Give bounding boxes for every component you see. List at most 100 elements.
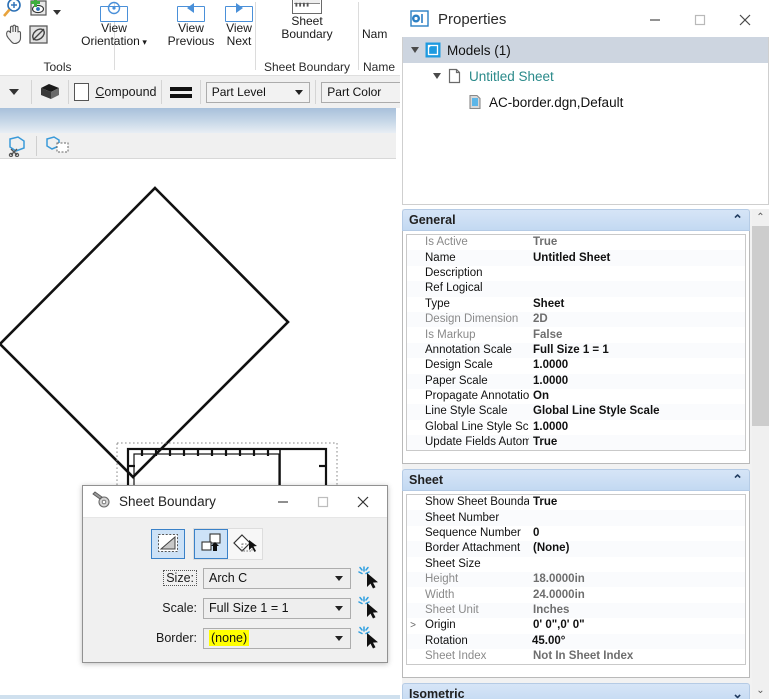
tree-item-ac-border[interactable]: AC-border.dgn,Default <box>403 89 768 115</box>
pan-hand-icon[interactable] <box>2 22 28 48</box>
clip-volume-icon[interactable] <box>26 22 52 48</box>
name-button[interactable]: Nam <box>362 28 402 41</box>
border-combo[interactable]: (none) <box>203 627 351 649</box>
property-row[interactable]: Sequence Number 0 <box>407 526 745 541</box>
property-row[interactable]: Sheet Size <box>407 557 745 572</box>
property-row[interactable]: Design Dimension 2D <box>407 311 745 328</box>
models-tree[interactable]: Models (1) Untitled Sheet AC-border.dgn,… <box>402 37 769 205</box>
scroll-down-button[interactable]: ⌄ <box>752 682 769 699</box>
expander-icon[interactable] <box>407 45 423 55</box>
stack-icon[interactable] <box>37 81 63 103</box>
property-value[interactable]: 18.0000in <box>529 572 745 587</box>
property-row[interactable]: Design Scale 1.0000 <box>407 358 745 373</box>
property-value[interactable]: True <box>529 435 745 450</box>
clip-mask-icon[interactable] <box>41 135 75 157</box>
part-level-combo[interactable]: Part Level <box>205 81 311 103</box>
property-row[interactable]: Ref Logical <box>407 281 745 297</box>
size-combo[interactable]: Arch C <box>203 567 351 589</box>
scale-combo[interactable]: Full Size 1 = 1 <box>203 597 351 619</box>
property-row-rotation[interactable]: Rotation 45.00° <box>407 633 745 649</box>
maximize-button[interactable] <box>677 5 722 35</box>
expander-icon[interactable] <box>429 71 445 81</box>
sheet-boundary-button[interactable]: ▮▮▮▮ Sheet Boundary <box>262 0 352 41</box>
scale-pick-button[interactable] <box>357 596 383 620</box>
property-row[interactable]: Annotation Scale Full Size 1 = 1 <box>407 342 745 359</box>
clip-volume-cut-icon[interactable] <box>2 135 32 157</box>
property-value[interactable]: Untitled Sheet <box>529 251 745 266</box>
properties-titlebar[interactable]: Properties <box>400 2 771 37</box>
property-row[interactable]: Width 24.0000in <box>407 587 745 602</box>
tree-item-untitled-sheet[interactable]: Untitled Sheet <box>403 63 768 89</box>
chevron-down-icon[interactable]: ▾ <box>140 37 147 47</box>
property-value[interactable]: Inches <box>529 603 745 618</box>
property-value[interactable]: 24.0000in <box>529 588 745 603</box>
compound-label[interactable]: Compound <box>95 85 156 99</box>
border-pick-button[interactable] <box>357 626 383 650</box>
property-row[interactable]: Global Line Style Sca 1.0000 <box>407 420 745 435</box>
chevron-down-icon[interactable] <box>335 635 343 641</box>
property-value[interactable]: 2D <box>529 312 745 327</box>
property-value[interactable]: Global Line Style Scale <box>529 404 745 419</box>
section-header-isometric[interactable]: Isometric ⌄ <box>402 683 750 699</box>
show-sheet-boundary-toggle[interactable] <box>151 529 185 559</box>
property-value-rotation[interactable]: 45.00° <box>529 635 568 647</box>
property-value[interactable]: True <box>529 495 745 510</box>
sheet-boundary-titlebar[interactable]: Sheet Boundary <box>83 486 387 518</box>
property-row[interactable]: Propagate Annotation On <box>407 389 745 404</box>
grid-general[interactable]: Is Active True Name Untitled Sheet Descrip… <box>402 231 750 464</box>
row-expander[interactable]: > <box>407 618 419 633</box>
property-row[interactable]: Is Active True <box>407 235 745 250</box>
property-row[interactable]: Is Markup False <box>407 327 745 342</box>
property-value[interactable]: Not In Sheet Index <box>529 649 745 664</box>
property-row[interactable]: Paper Scale 1.0000 <box>407 373 745 389</box>
close-button[interactable] <box>722 5 767 35</box>
property-row[interactable]: Name Untitled Sheet <box>407 250 745 266</box>
property-row[interactable]: Border Attachment (None) <box>407 541 745 557</box>
rotate-boundary-mode[interactable] <box>228 529 262 559</box>
property-row[interactable]: > Origin 0' 0",0' 0" <box>407 618 745 633</box>
property-row[interactable]: Sheet Number <box>407 510 745 526</box>
properties-scrollbar[interactable]: ⌃ ⌄ <box>752 209 769 699</box>
part-color-combo[interactable]: Part Color <box>321 81 400 103</box>
property-value[interactable]: Sheet <box>529 297 745 312</box>
property-row[interactable]: Update Fields Autom True <box>407 435 745 451</box>
zoom-icon[interactable] <box>2 0 28 22</box>
property-row[interactable]: Sheet Index Not In Sheet Index <box>407 649 745 664</box>
close-button[interactable] <box>343 487 383 517</box>
property-value[interactable]: 1.0000 <box>529 358 745 373</box>
property-row[interactable]: Show Sheet Boundar True <box>407 495 745 510</box>
property-row[interactable]: Line Style Scale Global Line Style Scale <box>407 404 745 420</box>
add-view-icon[interactable] <box>26 0 52 22</box>
property-value[interactable]: 0' 0",0' 0" <box>529 618 745 633</box>
chevron-up-icon[interactable]: ⌃ <box>732 213 743 226</box>
section-header-sheet[interactable]: Sheet ⌃ <box>402 469 750 491</box>
color-swatch[interactable] <box>73 83 90 101</box>
tree-item-models[interactable]: Models (1) <box>403 37 768 63</box>
size-pick-button[interactable] <box>357 566 383 590</box>
property-value[interactable]: False <box>529 328 745 343</box>
property-row[interactable]: Sheet Unit Inches <box>407 602 745 619</box>
property-row[interactable]: Type Sheet <box>407 297 745 312</box>
property-value[interactable]: True <box>529 235 745 250</box>
chevron-down-icon[interactable] <box>335 575 343 581</box>
property-value[interactable]: Full Size 1 = 1 <box>529 343 745 358</box>
view-previous-button[interactable]: View Previous <box>163 0 219 48</box>
section-header-general[interactable]: General ⌃ <box>402 209 750 231</box>
property-value[interactable]: (None) <box>529 541 745 556</box>
place-boundary-mode[interactable] <box>194 529 228 559</box>
chevron-down-icon[interactable]: ⌄ <box>732 687 743 699</box>
view-titlebar[interactable] <box>0 108 396 133</box>
property-row[interactable]: Height 18.0000in <box>407 571 745 588</box>
line-weight-icon[interactable] <box>167 86 195 98</box>
scroll-up-button[interactable]: ⌃ <box>752 209 769 226</box>
view-orientation-button[interactable]: View Orientation ▾ <box>66 0 162 49</box>
grid-sheet[interactable]: Show Sheet Boundar True Sheet Number Sequ… <box>402 491 750 678</box>
chevron-up-icon[interactable]: ⌃ <box>732 473 743 486</box>
property-value[interactable]: 1.0000 <box>529 374 745 389</box>
chevron-down-icon[interactable] <box>295 89 304 95</box>
property-value[interactable]: On <box>529 389 745 404</box>
property-value[interactable]: 0 <box>529 526 745 541</box>
property-value[interactable]: 1.0000 <box>529 420 745 435</box>
level-dropdown-icon[interactable] <box>0 83 26 102</box>
minimize-button[interactable] <box>263 487 303 517</box>
